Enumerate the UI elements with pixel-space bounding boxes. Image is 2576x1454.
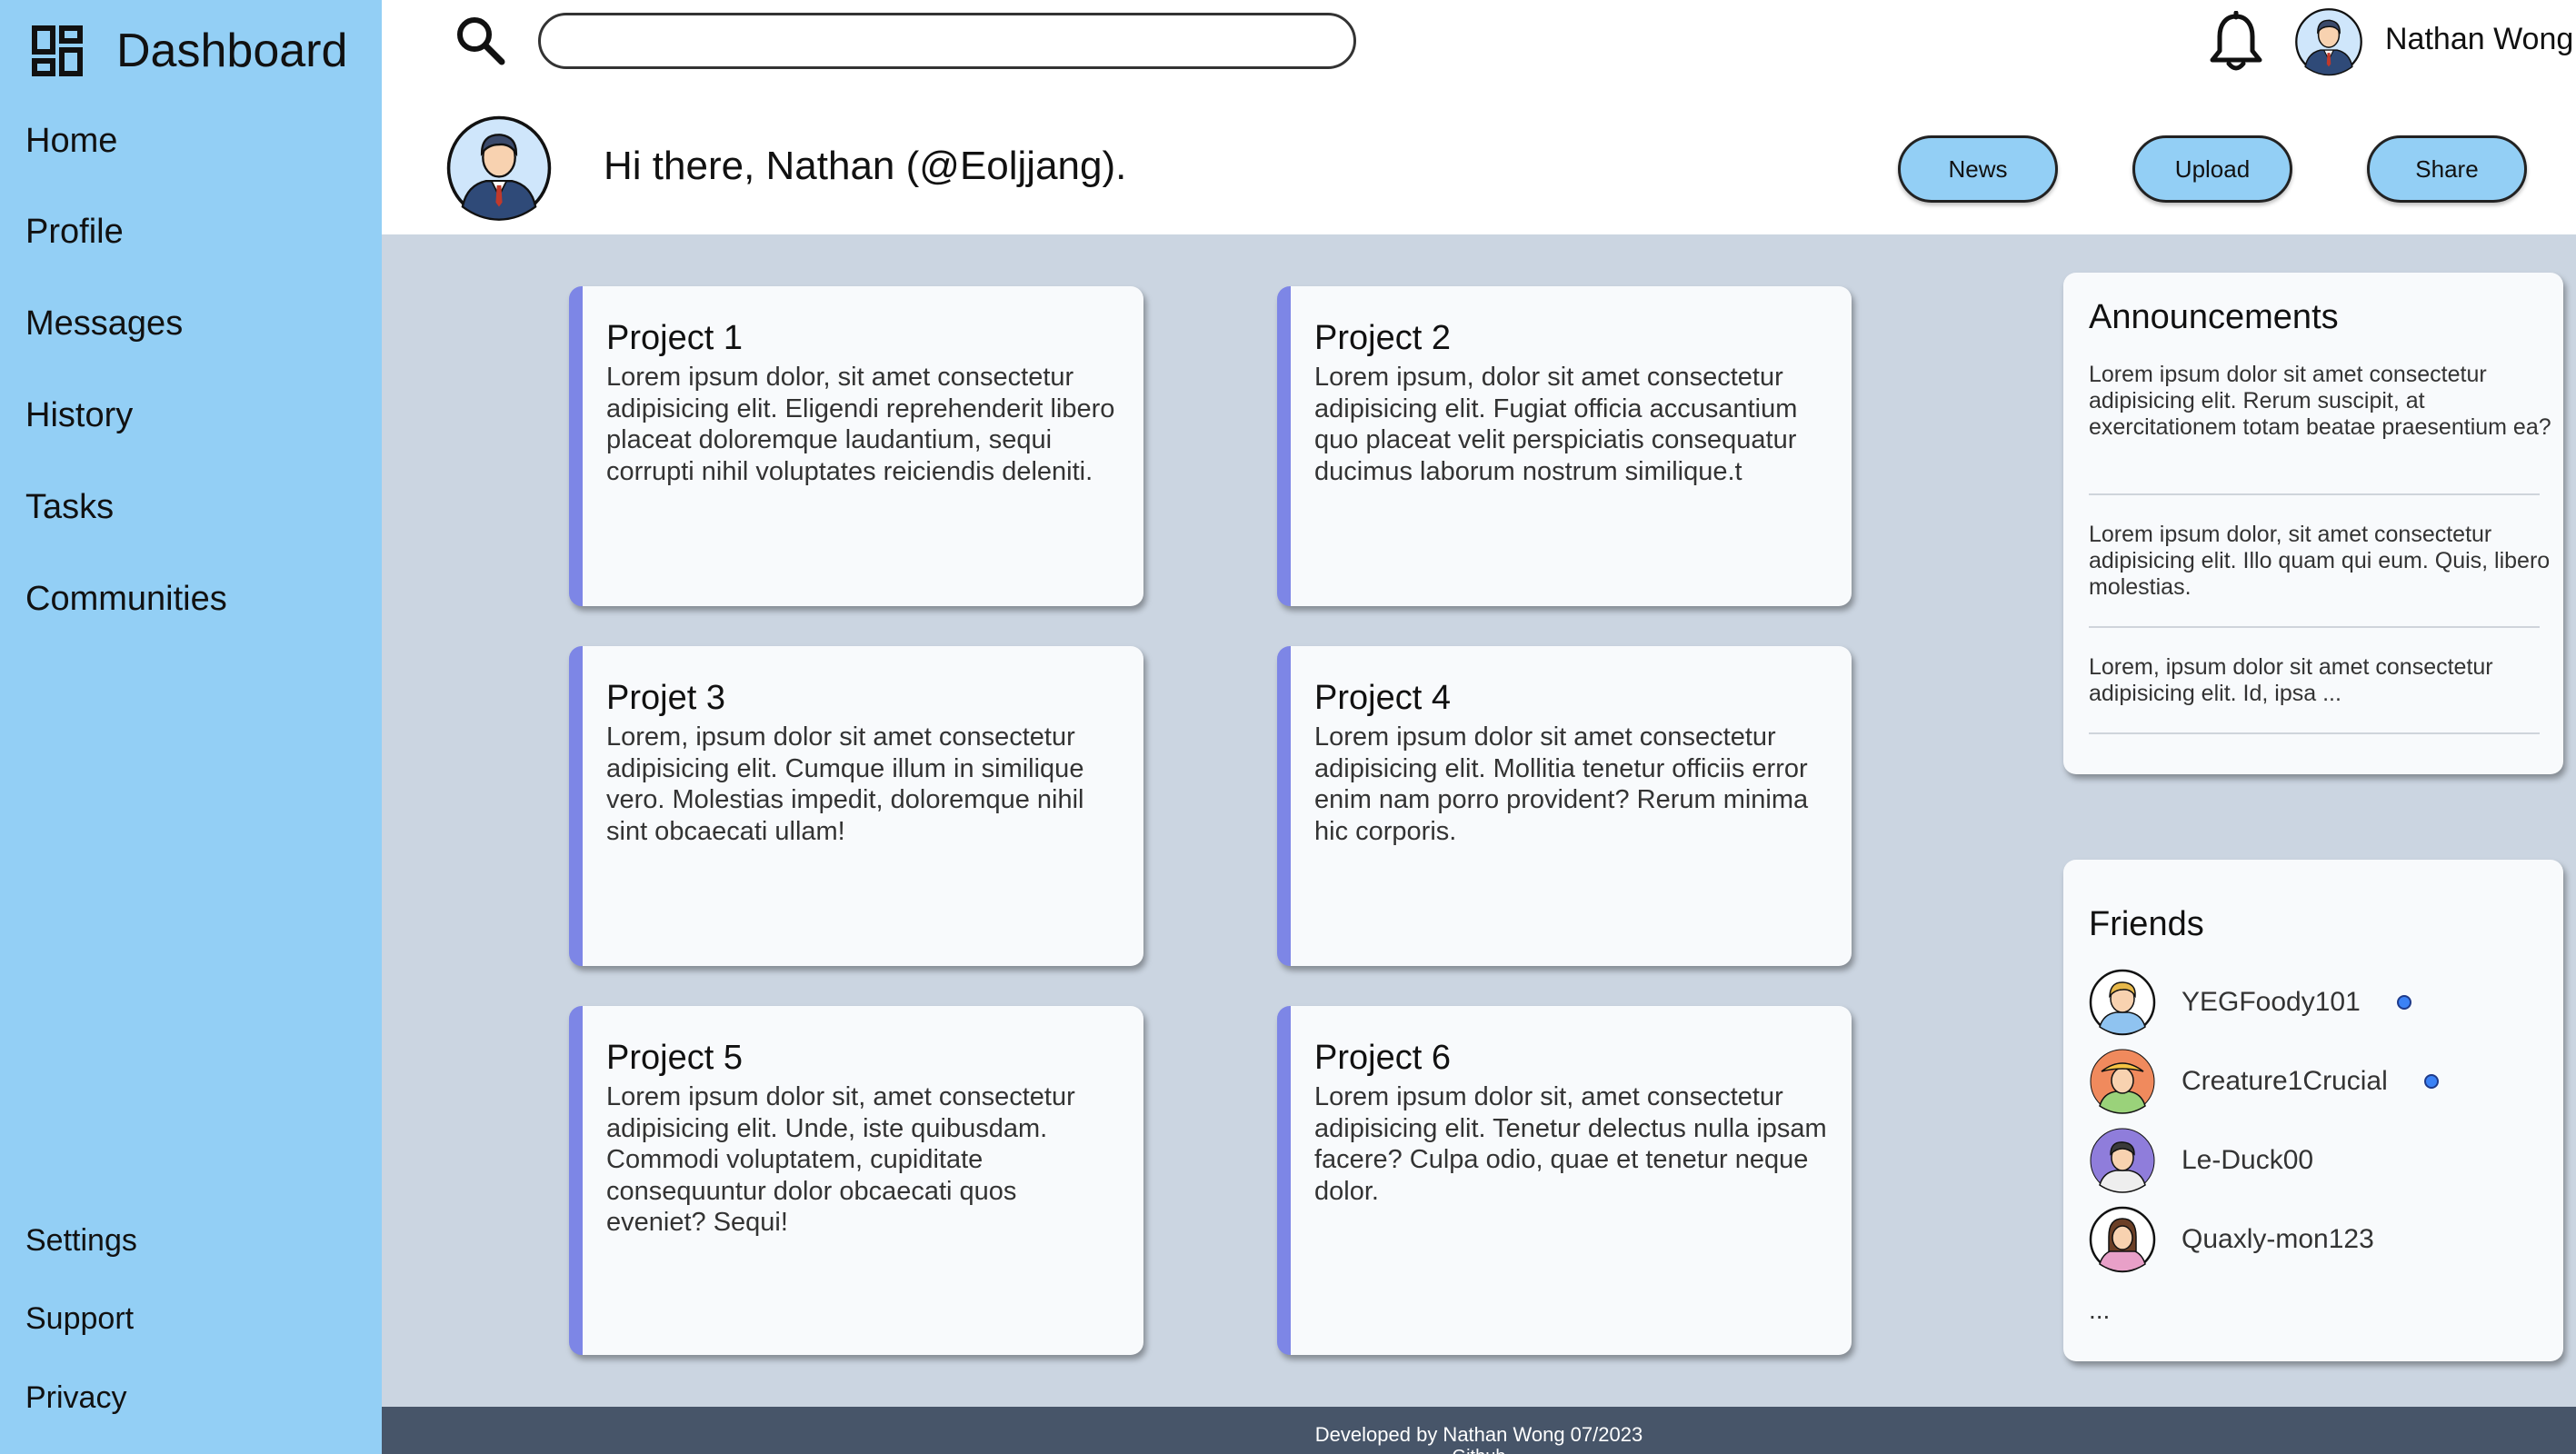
online-status-dot xyxy=(2423,1074,2439,1089)
project-card[interactable]: Projet 3 Lorem, ipsum dolor sit amet con… xyxy=(569,646,1143,966)
project-title: Project 6 xyxy=(1314,1039,1451,1077)
app-title: Dashboard xyxy=(116,25,348,77)
announcements-title: Announcements xyxy=(2089,298,2339,336)
project-title: Project 5 xyxy=(606,1039,743,1077)
friend-item[interactable]: Creature1Crucial xyxy=(2089,1048,2439,1115)
brand: Dashboard xyxy=(31,24,347,78)
profile-avatar-icon xyxy=(446,115,552,221)
divider xyxy=(2089,626,2540,628)
project-card[interactable]: Project 4 Lorem ipsum dolor sit amet con… xyxy=(1277,646,1852,966)
friend-avatar-icon xyxy=(2089,969,2156,1036)
friend-avatar-icon xyxy=(2089,1206,2156,1273)
project-title: Project 1 xyxy=(606,319,743,357)
divider xyxy=(2089,732,2540,734)
sidebar-item-support[interactable]: Support xyxy=(25,1301,134,1337)
project-description: Lorem, ipsum dolor sit amet consectetur … xyxy=(606,722,1084,846)
project-card[interactable]: Project 5 Lorem ipsum dolor sit, amet co… xyxy=(569,1006,1143,1355)
friend-name: Quaxly-mon123 xyxy=(2182,1224,2374,1254)
announcement-item: Lorem ipsum dolor sit amet consectetur a… xyxy=(2089,362,2551,440)
sidebar-item-messages[interactable]: Messages xyxy=(25,304,183,344)
friend-item[interactable]: Le-Duck00 xyxy=(2089,1127,2313,1194)
user-avatar-icon[interactable] xyxy=(2294,7,2363,76)
friend-avatar-icon xyxy=(2090,1049,2155,1114)
dashboard-grid-icon xyxy=(32,25,83,76)
sidebar-item-privacy[interactable]: Privacy xyxy=(25,1380,126,1416)
footer: Developed by Nathan Wong 07/2023 Github xyxy=(382,1407,2576,1454)
sidebar-item-profile[interactable]: Profile xyxy=(25,213,124,252)
friend-name: Le-Duck00 xyxy=(2182,1145,2314,1175)
user-name[interactable]: Nathan Wong xyxy=(2385,22,2573,57)
announcement-item: Lorem, ipsum dolor sit amet consectetur … xyxy=(2089,654,2493,706)
footer-credit: Developed by Nathan Wong 07/2023 xyxy=(1314,1423,1643,1446)
search-input[interactable] xyxy=(538,13,1356,69)
greeting: Hi there, Nathan (@Eoljjang). xyxy=(604,144,1127,188)
divider xyxy=(2089,493,2540,495)
bell-icon[interactable] xyxy=(2207,11,2265,75)
project-description: Lorem ipsum dolor, sit amet consectetur … xyxy=(606,363,1115,486)
sidebar-item-settings[interactable]: Settings xyxy=(25,1223,137,1259)
project-card[interactable]: Project 2 Lorem ipsum, dolor sit amet co… xyxy=(1277,286,1852,606)
friend-item[interactable]: Quaxly-mon123 xyxy=(2089,1206,2374,1273)
friends-panel: Friends YEGFoody101 Creature1Crucial Le-… xyxy=(2063,860,2563,1361)
project-card[interactable]: Project 1 Lorem ipsum dolor, sit amet co… xyxy=(569,286,1143,606)
upload-button[interactable]: Upload xyxy=(2132,135,2292,203)
announcement-item: Lorem ipsum dolor, sit amet consectetur … xyxy=(2089,522,2551,600)
sidebar: Dashboard Home Profile Messages History … xyxy=(0,0,382,1454)
friends-more[interactable]: ... xyxy=(2089,1296,2110,1325)
project-description: Lorem ipsum, dolor sit amet consectetur … xyxy=(1314,363,1798,486)
friend-name: YEGFoody101 xyxy=(2182,987,2361,1017)
share-button[interactable]: Share xyxy=(2367,135,2527,203)
sidebar-item-home[interactable]: Home xyxy=(25,122,117,161)
search-icon[interactable] xyxy=(453,13,507,67)
sidebar-item-history[interactable]: History xyxy=(25,396,133,435)
project-description: Lorem ipsum dolor sit, amet consectetur … xyxy=(606,1082,1075,1237)
project-description: Lorem ipsum dolor sit amet consectetur a… xyxy=(1314,722,1809,846)
online-status-dot xyxy=(2396,995,2411,1010)
project-title: Project 2 xyxy=(1314,319,1451,357)
news-button[interactable]: News xyxy=(1898,135,2058,203)
project-card[interactable]: Project 6 Lorem ipsum dolor sit, amet co… xyxy=(1277,1006,1852,1355)
friend-name: Creature1Crucial xyxy=(2182,1066,2388,1096)
sidebar-item-communities[interactable]: Communities xyxy=(25,580,227,619)
sidebar-item-tasks[interactable]: Tasks xyxy=(25,488,114,527)
project-description: Lorem ipsum dolor sit, amet consectetur … xyxy=(1314,1082,1827,1206)
friend-avatar-icon xyxy=(2090,1128,2155,1193)
announcements-panel: Announcements Lorem ipsum dolor sit amet… xyxy=(2063,273,2563,774)
project-title: Projet 3 xyxy=(606,679,725,717)
friend-item[interactable]: YEGFoody101 xyxy=(2089,969,2411,1036)
footer-github-link[interactable]: Github xyxy=(382,1447,2576,1454)
project-title: Project 4 xyxy=(1314,679,1451,717)
friends-title: Friends xyxy=(2089,905,2204,943)
